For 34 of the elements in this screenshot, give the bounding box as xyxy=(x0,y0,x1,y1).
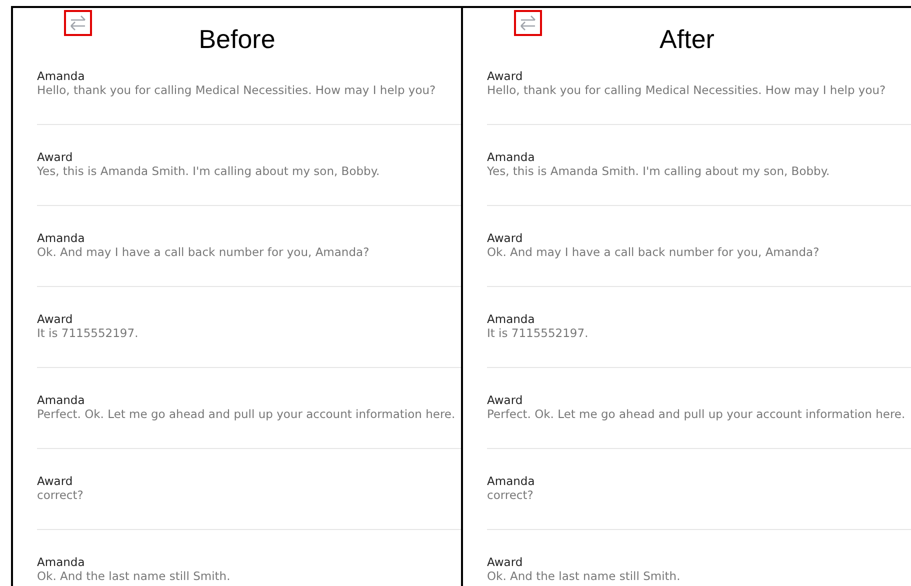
speaker-name: Amanda xyxy=(487,313,536,326)
message-text: correct? xyxy=(37,488,84,502)
speaker-name: Amanda xyxy=(487,151,536,164)
speaker-name: Award xyxy=(487,556,524,569)
message-text: Perfect. Ok. Let me go ahead and pull up your account information here. xyxy=(487,407,906,421)
panel-title: After xyxy=(658,24,716,54)
speaker-name: Amanda xyxy=(37,70,86,83)
panel-title: Before xyxy=(198,24,276,54)
message-text: Hello, thank you for calling Medical Necessities. How may I help you? xyxy=(487,83,887,97)
message-text: Perfect. Ok. Let me go ahead and pull up your account information here. xyxy=(37,407,456,421)
speaker-name: Amanda xyxy=(37,556,86,569)
speaker-name: Award xyxy=(487,70,524,83)
speaker-name: Award xyxy=(37,151,74,164)
message-text: Yes, this is Amanda Smith. I'm calling about my son, Bobby. xyxy=(37,164,381,178)
message-text: Ok. And the last name still Smith. xyxy=(487,569,682,583)
speaker-name: Award xyxy=(487,394,524,407)
speaker-name: Amanda xyxy=(487,475,536,488)
swap-arrows-icon xyxy=(69,14,87,32)
message-text: It is 7115552197. xyxy=(37,326,140,340)
message-text: Ok. And the last name still Smith. xyxy=(37,569,232,583)
speaker-name: Amanda xyxy=(37,232,86,245)
message-text: Yes, this is Amanda Smith. I'm calling about my son, Bobby. xyxy=(487,164,831,178)
swap-arrows-icon xyxy=(519,14,537,32)
speaker-name: Award xyxy=(37,475,74,488)
speaker-name: Award xyxy=(37,313,74,326)
speaker-name: Amanda xyxy=(37,394,86,407)
swap-button[interactable] xyxy=(514,10,542,36)
message-text: Ok. And may I have a call back number for you, Amanda? xyxy=(487,245,820,259)
message-text: correct? xyxy=(487,488,534,502)
speaker-name: Award xyxy=(487,232,524,245)
swap-button[interactable] xyxy=(64,10,92,36)
message-text: Ok. And may I have a call back number for you, Amanda? xyxy=(37,245,370,259)
message-text: It is 7115552197. xyxy=(487,326,590,340)
message-text: Hello, thank you for calling Medical Necessities. How may I help you? xyxy=(37,83,437,97)
